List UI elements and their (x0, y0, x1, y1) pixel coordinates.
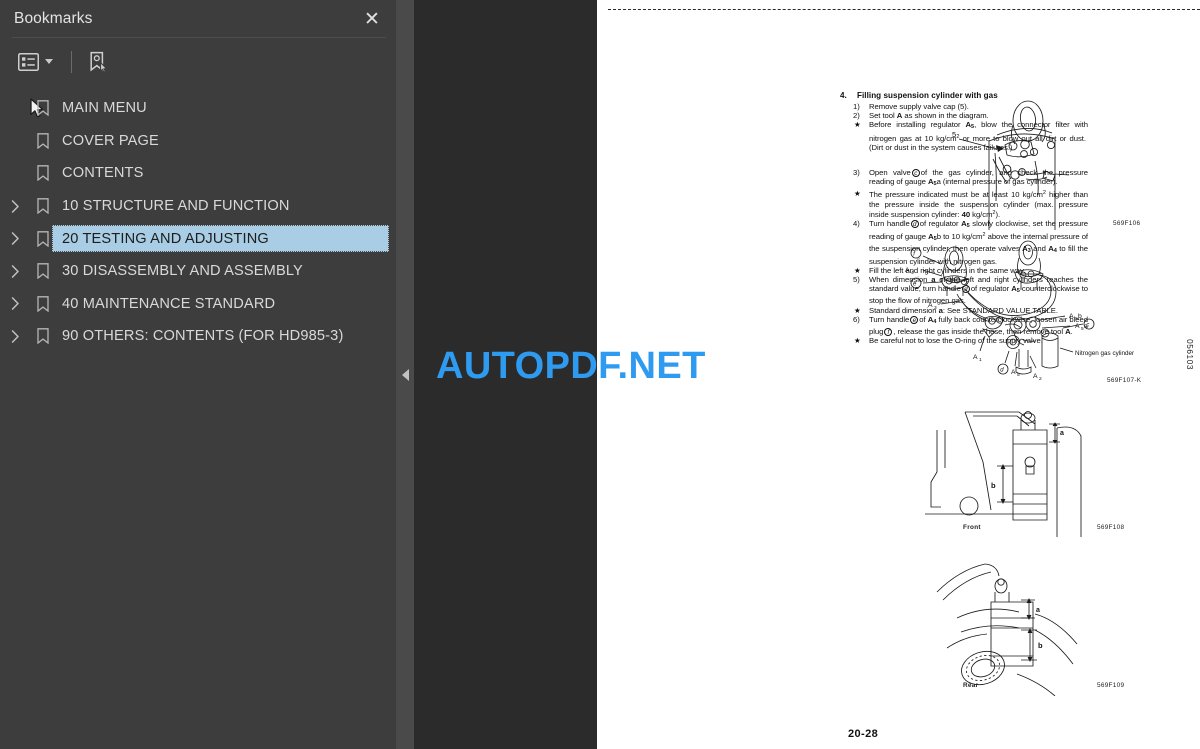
svg-text:2: 2 (1039, 376, 1042, 382)
panel-title: Bookmarks (14, 10, 93, 27)
section-number: 4. (840, 91, 847, 100)
chevron-right-icon[interactable] (0, 264, 30, 278)
bookmark-item-main-menu[interactable]: MAIN MENU (0, 92, 396, 125)
step-marker: ★ (854, 265, 861, 275)
bookmark-item-maintenance-standard[interactable]: 40 MAINTENANCE STANDARD (0, 288, 396, 321)
svg-text:b: b (991, 481, 996, 490)
svg-text:d: d (1000, 368, 1004, 374)
bookmark-icon (32, 230, 54, 247)
svg-text:A: A (1033, 373, 1038, 380)
svg-text:Nitrogen gas cylinder: Nitrogen gas cylinder (1075, 350, 1134, 357)
svg-text:A: A (1069, 313, 1074, 320)
close-icon[interactable]: ✕ (360, 7, 384, 31)
svg-text:A: A (928, 302, 933, 309)
list-options-icon (18, 52, 39, 71)
bookmarks-panel-header: Bookmarks ✕ (0, 0, 396, 38)
chevron-right-icon[interactable] (0, 232, 30, 245)
bookmarks-panel: Bookmarks ✕ MAIN MENU COVER PAGE CONTENT… (0, 0, 396, 749)
bookmark-options-button[interactable] (16, 47, 55, 77)
document-vertical-code: 056103 (1185, 339, 1194, 370)
bookmark-icon (32, 296, 54, 312)
bookmark-label: 40 MAINTENANCE STANDARD (62, 295, 276, 312)
chevron-right-icon[interactable] (0, 199, 30, 213)
svg-text:5: 5 (1017, 372, 1020, 378)
svg-text:c: c (1086, 323, 1089, 329)
figure-code: 569F106 (1113, 220, 1141, 227)
svg-text:f: f (913, 252, 916, 258)
pdf-viewer-window: Bookmarks ✕ MAIN MENU COVER PAGE CONTENT… (0, 0, 1200, 749)
bookmark-icon (32, 100, 54, 117)
collapse-panel-handle[interactable] (396, 0, 414, 749)
bookmark-item-contents[interactable]: CONTENTS (0, 157, 396, 190)
svg-text:1: 1 (979, 357, 982, 363)
step-marker: ★ (854, 336, 861, 346)
bookmark-item-others-contents[interactable]: 90 OTHERS: CONTENTS (FOR HD985-3) (0, 320, 396, 353)
bookmarks-toolbar (0, 38, 396, 118)
svg-text:b: b (1038, 641, 1043, 650)
bookmark-label: MAIN MENU (62, 100, 147, 117)
bookmark-label: CONTENTS (62, 165, 144, 182)
svg-text:4: 4 (911, 270, 914, 276)
chevron-left-icon (401, 368, 409, 381)
step-marker: ★ (854, 120, 861, 130)
svg-text:A: A (1075, 323, 1080, 330)
figure-code: 569F109 (1097, 682, 1125, 689)
bookmark-tree: MAIN MENU COVER PAGE CONTENTS 10 STRUCTU… (0, 85, 396, 353)
page-number: 20-28 (848, 728, 879, 740)
figure-rear-dimension: a b Rear 569F109 (917, 556, 1157, 696)
bookmark-label: COVER PAGE (62, 132, 159, 149)
new-bookmark-icon (88, 51, 109, 73)
figure-caption: Front (963, 524, 981, 531)
new-bookmark-button[interactable] (86, 47, 111, 77)
figure-suspension-cylinder-top: 5 569F106 (927, 95, 1157, 230)
svg-text:b: b (1078, 313, 1082, 320)
figure-code: 569F107-K (1107, 377, 1142, 384)
bookmark-item-testing-and-adjusting[interactable]: 20 TESTING AND ADJUSTING (0, 222, 396, 255)
svg-text:A: A (905, 267, 910, 274)
bookmark-item-cover-page[interactable]: COVER PAGE (0, 125, 396, 158)
figure-front-dimension: a b Front 569F108 (917, 402, 1157, 542)
step-marker: ★ (854, 305, 861, 315)
bookmark-icon (32, 263, 54, 280)
step-marker: 1) (853, 102, 860, 111)
bookmark-icon (32, 165, 54, 182)
document-viewer[interactable]: 4. Filling suspension cylinder with gas … (414, 0, 1200, 749)
step-marker: 6) (853, 314, 860, 324)
svg-text:3: 3 (934, 305, 937, 311)
chevron-right-icon[interactable] (0, 330, 30, 343)
figure-gas-filling-setup: f e A4 A3 A1 d A5 A2 A5b A5a c Nitrogen … (897, 232, 1157, 384)
figure-code: 569F108 (1097, 524, 1125, 531)
chevron-right-icon[interactable] (0, 297, 30, 311)
svg-text:a: a (1036, 607, 1040, 614)
figure-caption: Rear (963, 682, 979, 689)
bookmark-item-disassembly-and-assembly[interactable]: 30 DISASSEMBLY AND ASSEMBLY (0, 255, 396, 288)
step-marker: 5) (853, 275, 860, 285)
step-marker: ★ (854, 189, 861, 199)
bookmark-item-structure-and-function[interactable]: 10 STRUCTURE AND FUNCTION (0, 190, 396, 223)
svg-text:a: a (1060, 430, 1064, 437)
chevron-down-icon (45, 59, 53, 64)
document-page: 4. Filling suspension cylinder with gas … (597, 0, 1200, 749)
bookmark-icon (32, 198, 54, 215)
svg-text:e: e (913, 282, 917, 288)
svg-text:A: A (1011, 369, 1016, 376)
step-marker: 2) (853, 111, 860, 121)
step-marker: 4) (853, 219, 860, 229)
toolbar-divider (71, 50, 72, 73)
bookmark-icon (32, 133, 54, 149)
bookmark-label: 90 OTHERS: CONTENTS (FOR HD985-3) (62, 328, 344, 345)
svg-text:5: 5 (952, 130, 956, 139)
page-trim-line (608, 9, 1200, 10)
bookmark-label: 10 STRUCTURE AND FUNCTION (62, 198, 290, 215)
step-marker: 3) (853, 168, 860, 178)
bookmark-icon (32, 328, 54, 345)
bookmark-label: 20 TESTING AND ADJUSTING (62, 230, 269, 247)
bookmark-label: 30 DISASSEMBLY AND ASSEMBLY (62, 263, 303, 280)
svg-text:A: A (973, 354, 978, 361)
